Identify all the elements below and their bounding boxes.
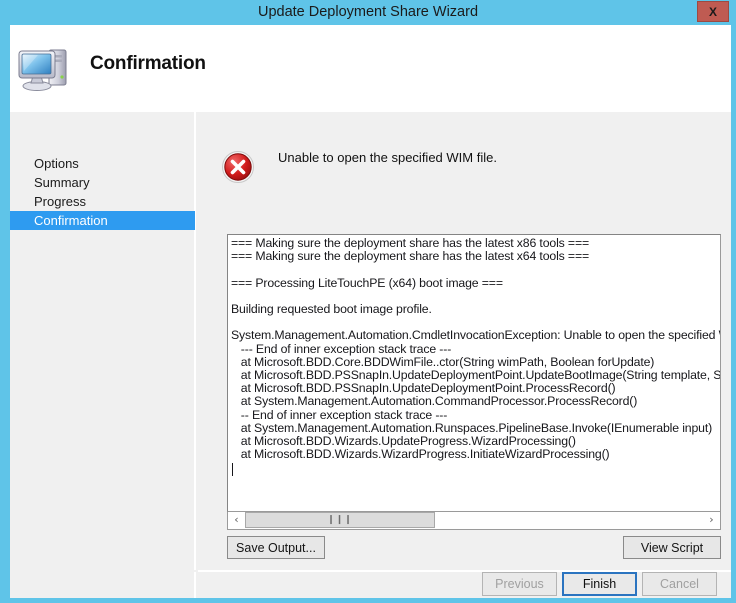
- status-row: Unable to open the specified WIM file.: [221, 150, 701, 186]
- client-area: Confirmation Options Summary Progress Co…: [10, 25, 731, 598]
- wizard-window: Update Deployment Share Wizard X Confirm…: [0, 0, 736, 603]
- output-log-text: === Making sure the deployment share has…: [231, 236, 721, 462]
- sidebar-item-options[interactable]: Options: [10, 154, 196, 173]
- page-title: Confirmation: [90, 53, 206, 74]
- scrollbar-thumb[interactable]: ❙❙❙: [245, 512, 435, 528]
- scrollbar-track[interactable]: ❙❙❙: [245, 512, 703, 529]
- scrollbar-grip-icon: ❙❙❙: [327, 515, 353, 525]
- close-icon[interactable]: X: [697, 1, 729, 22]
- output-log-box[interactable]: === Making sure the deployment share has…: [227, 234, 721, 512]
- text-caret: [232, 463, 233, 476]
- window-title: Update Deployment Share Wizard: [257, 4, 479, 20]
- header-band: Confirmation: [10, 25, 731, 112]
- error-circle-x-icon: [221, 150, 255, 184]
- sidebar-item-confirmation[interactable]: Confirmation: [10, 211, 195, 230]
- body-area: Options Summary Progress Confirmation Un…: [10, 112, 731, 598]
- scroll-right-arrow-icon[interactable]: ›: [703, 512, 720, 529]
- view-script-button[interactable]: View Script: [623, 536, 721, 559]
- finish-button[interactable]: Finish: [562, 572, 637, 596]
- sidebar-item-summary[interactable]: Summary: [10, 173, 196, 192]
- sidebar-item-progress[interactable]: Progress: [10, 192, 196, 211]
- wizard-navigation: Previous Finish Cancel: [10, 572, 731, 598]
- horizontal-scrollbar[interactable]: ‹ ❙❙❙ ›: [227, 512, 721, 530]
- cancel-button[interactable]: Cancel: [642, 572, 717, 596]
- previous-button[interactable]: Previous: [482, 572, 557, 596]
- computer-icon: [16, 42, 74, 94]
- wizard-step-sidebar: Options Summary Progress Confirmation: [10, 112, 196, 598]
- save-output-button[interactable]: Save Output...: [227, 536, 325, 559]
- title-bar: Update Deployment Share Wizard X: [0, 0, 736, 25]
- scroll-left-arrow-icon[interactable]: ‹: [228, 512, 245, 529]
- status-message: Unable to open the specified WIM file.: [278, 150, 497, 165]
- window-bottom-edge: [0, 598, 736, 603]
- wizard-step-list: Options Summary Progress Confirmation: [10, 154, 196, 230]
- content-panel: Unable to open the specified WIM file. =…: [198, 112, 731, 598]
